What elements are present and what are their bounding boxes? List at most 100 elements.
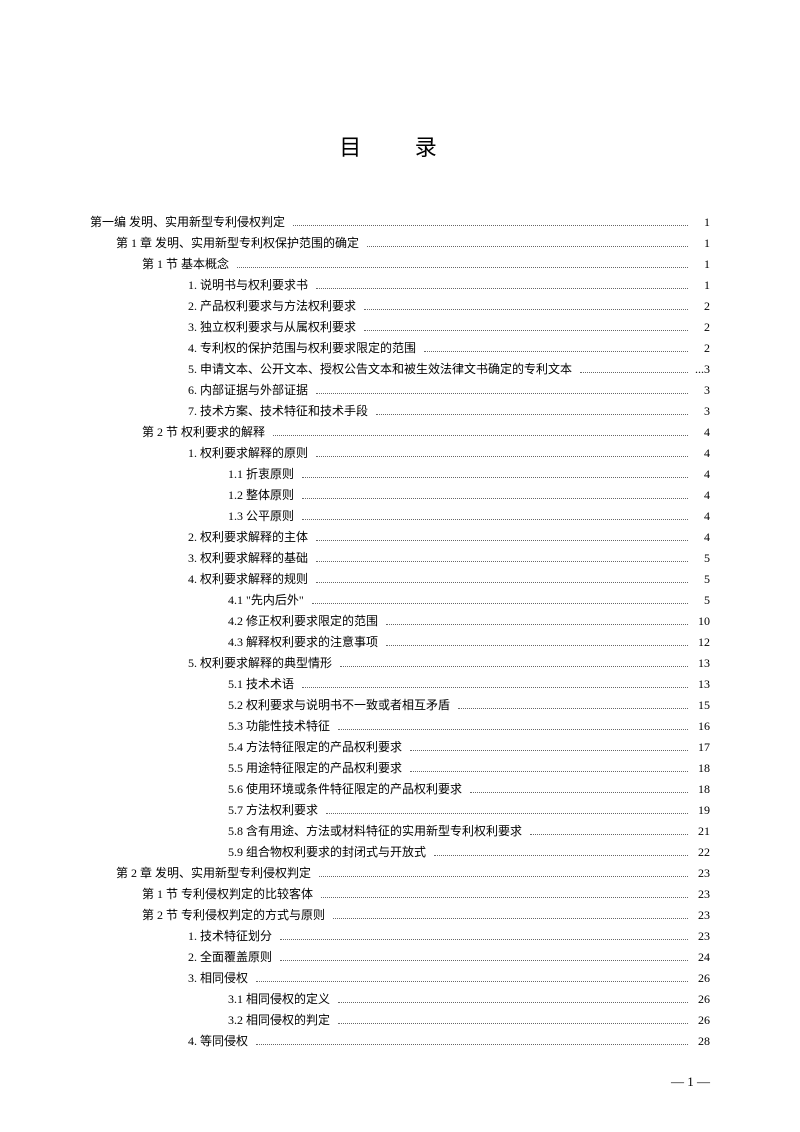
toc-entry-page: 2: [692, 317, 710, 338]
toc-entry-text: 第 1 节 基本概念: [142, 254, 229, 275]
toc-leader: [530, 834, 688, 835]
toc-leader: [458, 708, 688, 709]
toc-entry: 4.1 "先内后外"5: [90, 590, 710, 611]
toc-entry-text: 3.2 相同侵权的判定: [228, 1010, 330, 1031]
toc-entry-page: 10: [692, 611, 710, 632]
toc-entry-text: 5.6 使用环境或条件特征限定的产品权利要求: [228, 779, 462, 800]
toc-entry-page: 2: [692, 296, 710, 317]
toc-entry-text: 5. 权利要求解释的典型情形: [188, 653, 332, 674]
toc-entry-page: 28: [692, 1031, 710, 1052]
toc-leader: [338, 1002, 688, 1003]
toc-leader: [316, 456, 688, 457]
toc-entry-text: 6. 内部证据与外部证据: [188, 380, 308, 401]
toc-entry: 5. 申请文本、公开文本、授权公告文本和被生效法律文书确定的专利文本 ...3: [90, 359, 710, 380]
toc-entry-text: 第 2 节 权利要求的解释: [142, 422, 265, 443]
toc-entry-text: 5. 申请文本、公开文本、授权公告文本和被生效法律文书确定的专利文本: [188, 359, 572, 380]
toc-entry-page: 1: [692, 233, 710, 254]
toc-leader: [280, 960, 688, 961]
toc-entry: 2. 权利要求解释的主体4: [90, 527, 710, 548]
toc-entry-page: 3: [692, 380, 710, 401]
toc-entry: 4. 等同侵权28: [90, 1031, 710, 1052]
toc-entry-text: 3. 独立权利要求与从属权利要求: [188, 317, 356, 338]
toc-entry: 7. 技术方案、技术特征和技术手段3: [90, 401, 710, 422]
toc-entry-page: 5: [692, 548, 710, 569]
toc-entry-text: 4.3 解释权利要求的注意事项: [228, 632, 378, 653]
toc-entry: 1. 说明书与权利要求书1: [90, 275, 710, 296]
toc-leader: [302, 477, 688, 478]
toc-entry: 5.5 用途特征限定的产品权利要求18: [90, 758, 710, 779]
toc-leader: [302, 519, 688, 520]
toc-leader: [319, 876, 688, 877]
toc-entry-page: 4: [692, 506, 710, 527]
toc-entry-text: 5.2 权利要求与说明书不一致或者相互矛盾: [228, 695, 450, 716]
toc-leader: [364, 309, 688, 310]
toc-entry: 5.3 功能性技术特征16: [90, 716, 710, 737]
toc-entry-page: 4: [692, 464, 710, 485]
toc-entry-page: 12: [692, 632, 710, 653]
toc-entry-text: 2. 产品权利要求与方法权利要求: [188, 296, 356, 317]
toc-entry: 5. 权利要求解释的典型情形 13: [90, 653, 710, 674]
toc-leader: [316, 288, 688, 289]
toc-entry-text: 3.1 相同侵权的定义: [228, 989, 330, 1010]
toc-entry: 2. 产品权利要求与方法权利要求 2: [90, 296, 710, 317]
toc-entry: 2. 全面覆盖原则24: [90, 947, 710, 968]
toc-leader: [326, 813, 688, 814]
toc-entry-page: 1: [692, 254, 710, 275]
toc-entry-page: 23: [692, 863, 710, 884]
toc-leader: [338, 1023, 688, 1024]
toc-leader: [316, 393, 688, 394]
toc-entry-text: 3. 权利要求解释的基础: [188, 548, 308, 569]
toc-title: 目 录: [90, 130, 710, 162]
toc-entry: 1.3 公平原则4: [90, 506, 710, 527]
toc-leader: [340, 666, 688, 667]
toc-entry-page: 15: [692, 695, 710, 716]
toc-entry-text: 5.3 功能性技术特征: [228, 716, 330, 737]
toc-entry-page: ...3: [692, 359, 710, 380]
toc-entry-text: 第 2 章 发明、实用新型专利侵权判定: [116, 863, 311, 884]
toc-entry: 第 2 节 权利要求的解释4: [90, 422, 710, 443]
toc-entry-text: 2. 权利要求解释的主体: [188, 527, 308, 548]
toc-leader: [321, 897, 688, 898]
toc-leader: [386, 624, 688, 625]
toc-leader: [256, 1044, 688, 1045]
toc-entry-page: 1: [692, 212, 710, 233]
toc-entry-page: 2: [692, 338, 710, 359]
toc-leader: [410, 771, 688, 772]
toc-leader: [316, 582, 688, 583]
page-number-footer: — 1 —: [671, 1074, 710, 1090]
toc-entry: 4. 专利权的保护范围与权利要求限定的范围2: [90, 338, 710, 359]
toc-entry-text: 1. 说明书与权利要求书: [188, 275, 308, 296]
toc-entry-text: 第 2 节 专利侵权判定的方式与原则: [142, 905, 325, 926]
toc-leader: [256, 981, 688, 982]
toc-leader: [333, 918, 688, 919]
toc-entry: 1. 权利要求解释的原则4: [90, 443, 710, 464]
toc-entry-text: 4. 权利要求解释的规则: [188, 569, 308, 590]
toc-entry: 5.6 使用环境或条件特征限定的产品权利要求18: [90, 779, 710, 800]
toc-entry-page: 19: [692, 800, 710, 821]
toc-leader: [316, 561, 688, 562]
toc-leader: [273, 435, 688, 436]
toc-leader: [316, 540, 688, 541]
toc-entry-page: 26: [692, 1010, 710, 1031]
toc-entry: 5.4 方法特征限定的产品权利要求17: [90, 737, 710, 758]
toc-entry: 1.1 折衷原则4: [90, 464, 710, 485]
toc-entry: 5.8 含有用途、方法或材料特征的实用新型专利权利要求21: [90, 821, 710, 842]
toc-entry-page: 13: [692, 653, 710, 674]
toc-leader: [424, 351, 688, 352]
toc-entry: 5.1 技术术语13: [90, 674, 710, 695]
toc-entry-text: 1.2 整体原则: [228, 485, 294, 506]
toc-entry: 3. 独立权利要求与从属权利要求 2: [90, 317, 710, 338]
toc-entry-text: 5.7 方法权利要求: [228, 800, 318, 821]
toc-entry-page: 23: [692, 884, 710, 905]
toc-entry-page: 13: [692, 674, 710, 695]
toc-entry-page: 23: [692, 926, 710, 947]
toc-entry: 1. 技术特征划分23: [90, 926, 710, 947]
toc-entry: 4.2 修正权利要求限定的范围10: [90, 611, 710, 632]
toc-entry: 6. 内部证据与外部证据 3: [90, 380, 710, 401]
toc-entry-page: 26: [692, 968, 710, 989]
toc-list: 第一编 发明、实用新型专利侵权判定1第 1 章 发明、实用新型专利权保护范围的确…: [90, 212, 710, 1052]
toc-entry-page: 4: [692, 443, 710, 464]
toc-entry-text: 5.4 方法特征限定的产品权利要求: [228, 737, 402, 758]
toc-leader: [302, 687, 688, 688]
toc-entry-page: 5: [692, 569, 710, 590]
